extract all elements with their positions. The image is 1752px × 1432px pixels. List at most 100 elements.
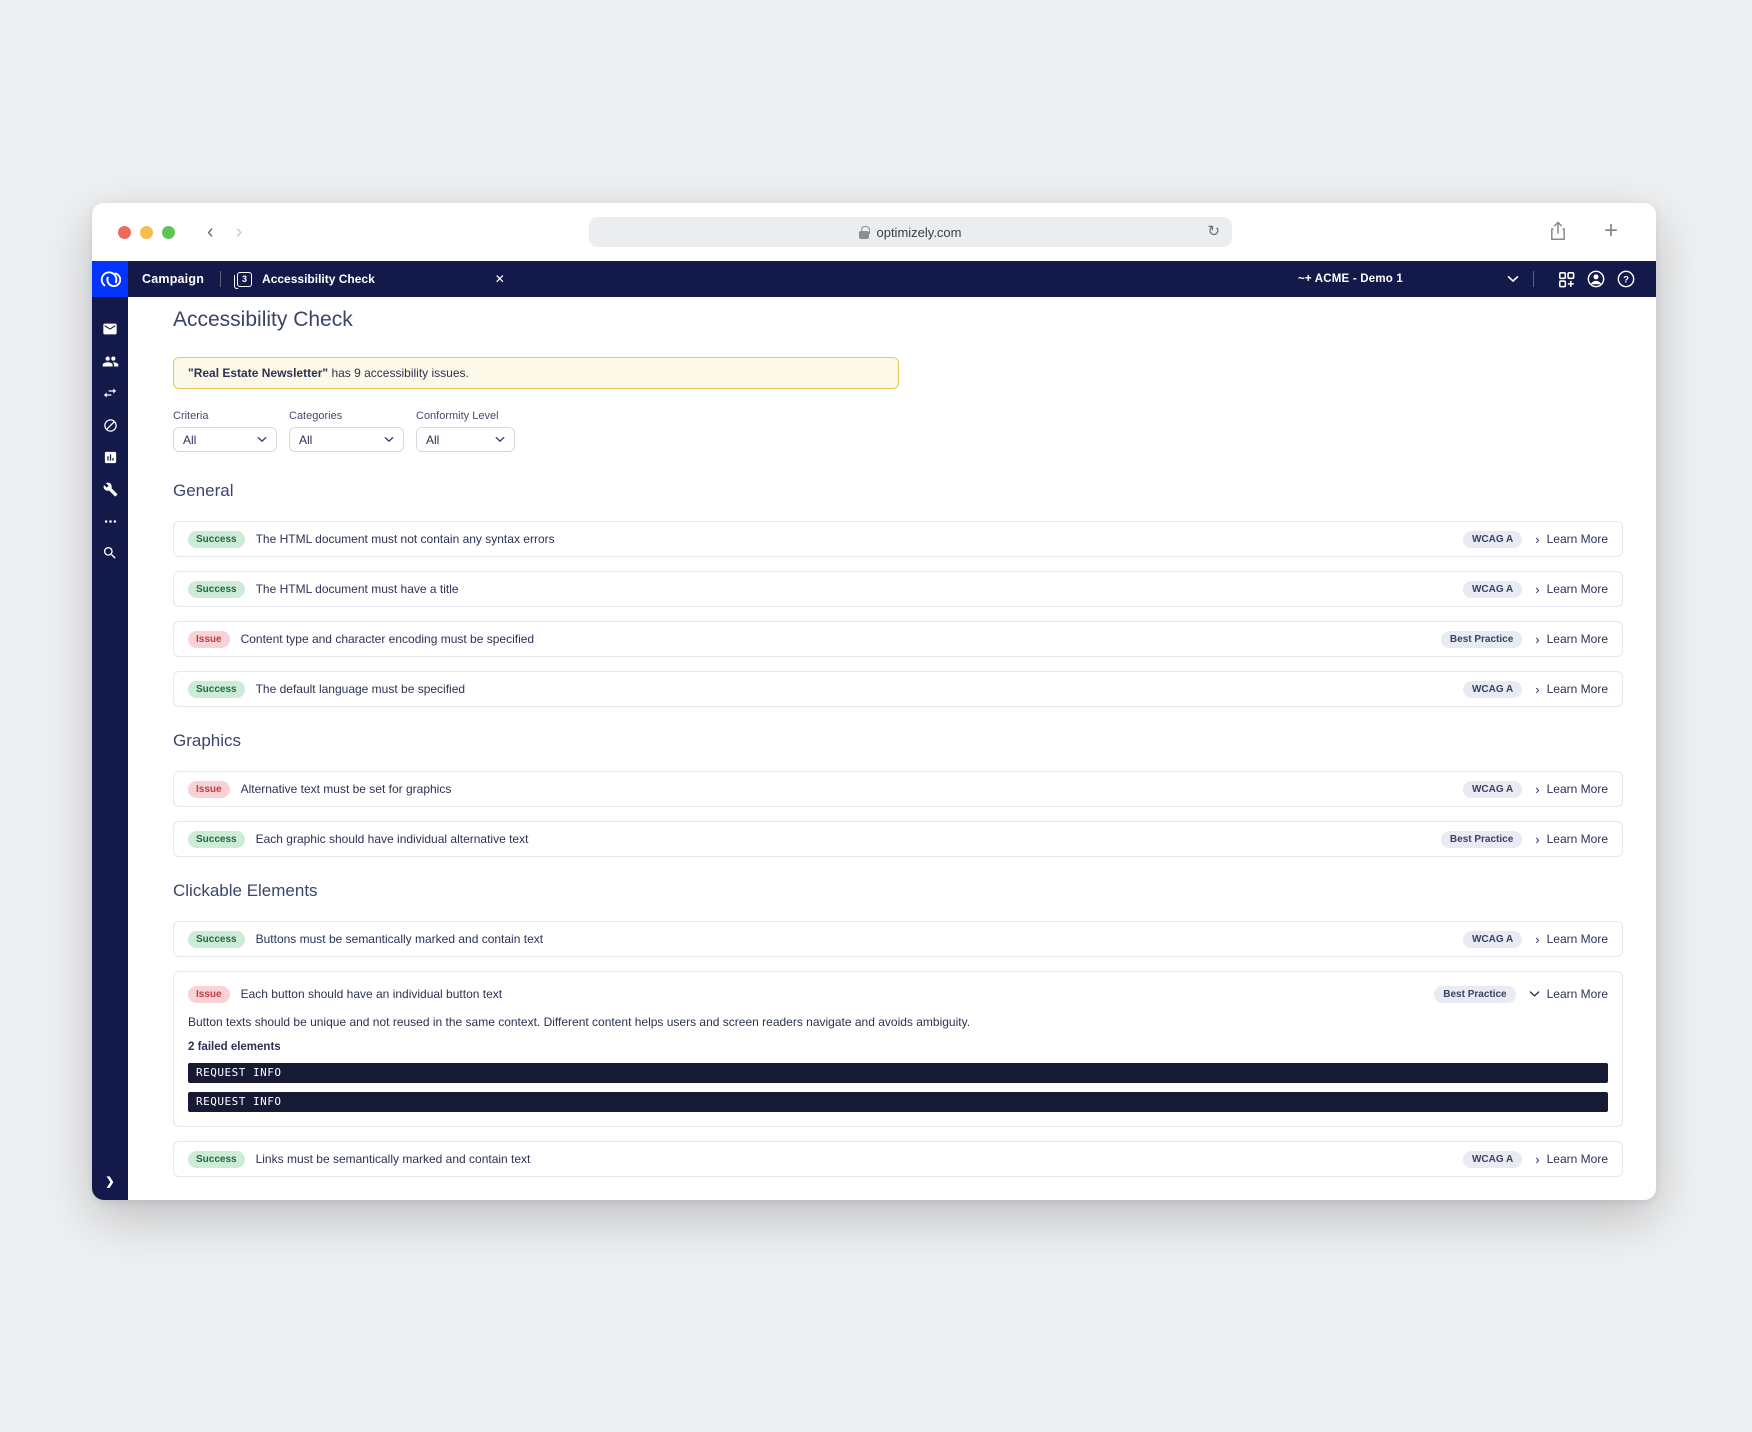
divider: [1533, 271, 1534, 287]
address-bar[interactable]: optimizely.com ↻: [589, 217, 1232, 247]
check-text: The HTML document must not contain any s…: [255, 532, 555, 546]
chevron-right-icon: ›: [1535, 831, 1540, 847]
chevron-down-icon[interactable]: [1507, 275, 1519, 283]
status-badge: Success: [188, 680, 245, 698]
learn-more-link[interactable]: Learn More: [1547, 582, 1608, 596]
conformity-tag: WCAG A: [1462, 580, 1523, 598]
share-icon[interactable]: [1550, 221, 1566, 241]
account-selector-label: ~+ ACME - Demo 1: [1297, 273, 1403, 285]
learn-more-link[interactable]: Learn More: [1547, 632, 1608, 646]
filter-label: Categories: [289, 410, 343, 422]
more-options-icon[interactable]: [92, 505, 128, 537]
check-row[interactable]: Issue Alternative text must be set for g…: [173, 771, 1623, 807]
check-row[interactable]: Success Links must be semantically marke…: [173, 1141, 1623, 1177]
blocklist-icon[interactable]: [92, 409, 128, 441]
analytics-icon[interactable]: [92, 441, 128, 473]
status-badge: Issue: [188, 630, 230, 648]
conformity-level-select[interactable]: All: [416, 427, 515, 452]
zoom-window-button[interactable]: [162, 225, 175, 239]
categories-select[interactable]: All: [289, 427, 404, 452]
browser-chrome: ‹ › optimizely.com ↻ +: [92, 203, 1656, 261]
mailing-badge-icon: 3: [234, 271, 253, 289]
search-icon[interactable]: [92, 537, 128, 569]
left-sidebar: ❯: [92, 297, 128, 1200]
filter-label: Conformity Level: [416, 410, 499, 422]
transactional-icon[interactable]: [92, 377, 128, 409]
chevron-down-icon: [257, 436, 267, 443]
check-row[interactable]: Success The HTML document must have a ti…: [173, 571, 1623, 607]
apps-grid-icon[interactable]: [1554, 267, 1578, 291]
check-text: The HTML document must have a title: [255, 582, 459, 596]
check-row[interactable]: Success Each graphic should have individ…: [173, 821, 1623, 857]
status-badge: Success: [188, 1150, 245, 1168]
main-content: Accessibility Check "Real Estate Newslet…: [128, 297, 1656, 1200]
failed-element-code: REQUEST INFO: [188, 1092, 1608, 1112]
user-account-icon[interactable]: [1584, 267, 1608, 291]
filters-bar: Criteria All Categories All Conformity L…: [173, 410, 1623, 452]
conformity-tag: WCAG A: [1462, 930, 1523, 948]
check-row[interactable]: Success The default language must be spe…: [173, 671, 1623, 707]
conformity-tag: Best Practice: [1434, 985, 1516, 1003]
learn-more-link[interactable]: Learn More: [1547, 932, 1608, 946]
expanded-row-header[interactable]: Issue Each button should have an individ…: [188, 984, 1608, 1004]
learn-more-link[interactable]: Learn More: [1547, 1152, 1608, 1166]
close-tab-icon[interactable]: ✕: [495, 272, 505, 286]
filter-label: Criteria: [173, 410, 209, 422]
filter-criteria: Criteria All: [173, 410, 277, 452]
mailings-icon[interactable]: [92, 313, 128, 345]
close-window-button[interactable]: [118, 225, 131, 239]
section-title-clickable-elements: Clickable Elements: [173, 881, 318, 900]
browser-window: ‹ › optimizely.com ↻ + Campaign 3 Access…: [92, 203, 1656, 1200]
check-text: Alternative text must be set for graphic…: [240, 782, 452, 796]
traffic-lights: [118, 225, 175, 239]
conformity-tag: Best Practice: [1440, 830, 1523, 848]
issues-alert-banner: "Real Estate Newsletter" has 9 accessibi…: [173, 357, 899, 389]
check-text: Each button should have an individual bu…: [240, 987, 503, 1001]
section-title-graphics: Graphics: [173, 731, 242, 750]
learn-more-link[interactable]: Learn More: [1547, 987, 1608, 1001]
chevron-right-icon: ›: [1535, 631, 1540, 647]
learn-more-link[interactable]: Learn More: [1547, 832, 1608, 846]
chevron-right-icon: ›: [1535, 1151, 1540, 1167]
new-tab-icon[interactable]: +: [1604, 219, 1618, 243]
status-badge: Issue: [188, 780, 230, 798]
lock-icon: [859, 225, 870, 239]
criteria-select[interactable]: All: [173, 427, 277, 452]
conformity-tag: WCAG A: [1462, 780, 1523, 798]
filter-conformity-level: Conformity Level All: [416, 410, 515, 452]
conformity-tag: Best Practice: [1440, 630, 1523, 648]
tab-label: Accessibility Check: [262, 272, 375, 286]
tools-icon[interactable]: [92, 473, 128, 505]
check-row[interactable]: Success Buttons must be semantically mar…: [173, 921, 1623, 957]
optimizely-logo[interactable]: [92, 261, 128, 297]
check-text: Links must be semantically marked and co…: [255, 1152, 531, 1166]
reload-icon[interactable]: ↻: [1207, 222, 1220, 240]
back-icon[interactable]: ‹: [207, 222, 214, 242]
status-badge: Success: [188, 530, 245, 548]
chevron-right-icon: ›: [1535, 531, 1540, 547]
status-badge: Success: [188, 830, 245, 848]
learn-more-link[interactable]: Learn More: [1547, 532, 1608, 546]
help-icon[interactable]: ?: [1614, 267, 1638, 291]
filter-categories: Categories All: [289, 410, 404, 452]
check-row[interactable]: Success The HTML document must not conta…: [173, 521, 1623, 557]
chevron-right-icon: ›: [1535, 581, 1540, 597]
svg-text:?: ?: [1623, 275, 1629, 286]
issue-description: Button texts should be unique and not re…: [188, 1015, 971, 1029]
status-badge: Success: [188, 930, 245, 948]
tab-accessibility-check[interactable]: 3 Accessibility Check: [234, 271, 375, 289]
check-row[interactable]: Issue Content type and character encodin…: [173, 621, 1623, 657]
learn-more-link[interactable]: Learn More: [1547, 682, 1608, 696]
minimize-window-button[interactable]: [140, 225, 153, 239]
chevron-down-icon: [495, 436, 505, 443]
check-text: Each graphic should have individual alte…: [255, 832, 529, 846]
chevron-right-icon: ›: [1535, 931, 1540, 947]
recipients-icon[interactable]: [92, 345, 128, 377]
chevron-down-icon: [1529, 990, 1540, 998]
chevron-down-icon: [384, 436, 394, 443]
expand-sidebar-icon[interactable]: ❯: [92, 1175, 128, 1188]
failed-element-code: REQUEST INFO: [188, 1063, 1608, 1083]
learn-more-link[interactable]: Learn More: [1547, 782, 1608, 796]
status-badge: Issue: [188, 985, 230, 1003]
check-row-expanded: Issue Each button should have an individ…: [173, 971, 1623, 1127]
